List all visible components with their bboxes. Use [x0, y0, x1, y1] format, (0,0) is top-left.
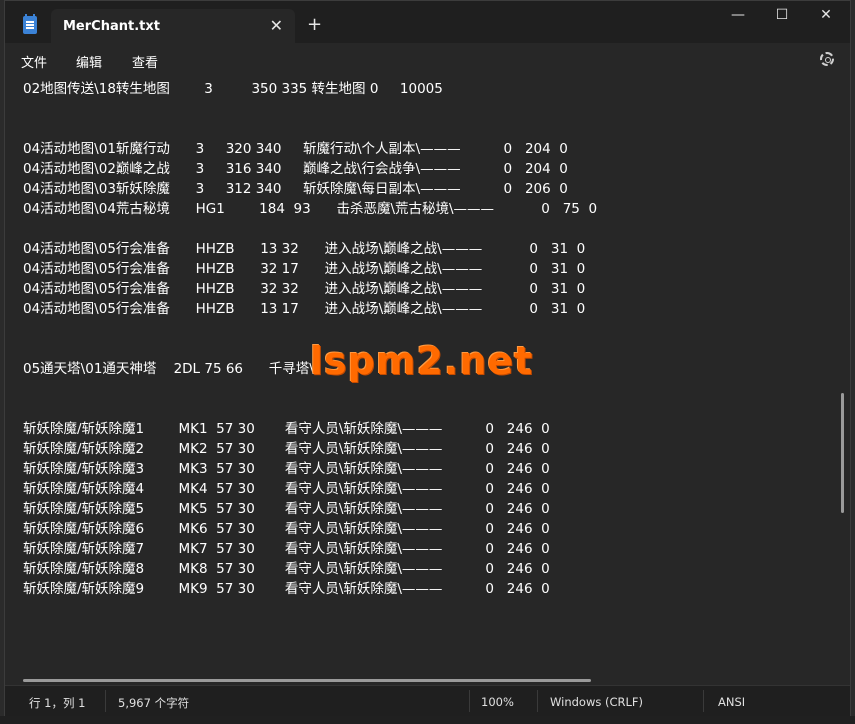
text-line: 斩妖除魔/斩妖除魔9 MK9 57 30 看守人员\斩妖除魔\——— 0 246… [23, 581, 550, 597]
encoding[interactable]: ANSI [718, 695, 745, 709]
text-line: 斩妖除魔/斩妖除魔6 MK6 57 30 看守人员\斩妖除魔\——— 0 246… [23, 521, 550, 537]
line-ending[interactable]: Windows (CRLF) [550, 695, 643, 709]
cursor-position: 行 1，列 1 [29, 696, 86, 710]
minimize-button[interactable]: — [718, 7, 758, 23]
horizontal-scrollbar[interactable] [23, 679, 591, 682]
text-line: 04活动地图\03斩妖除魔 3 312 340 斩妖除魔\每日副本\——— 0 … [23, 181, 568, 197]
text-line: 02地图传送\18转生地图 3 350 335 转生地图 0 10005 [23, 81, 443, 97]
text-line: 05通天塔\01通天神塔 2DL 75 66 千寻塔\ [23, 361, 314, 377]
title-bar: MerChant.txt ✕ + — ☐ ✕ [5, 1, 850, 43]
tab-close-icon[interactable]: ✕ [270, 16, 283, 35]
new-tab-icon[interactable]: + [307, 14, 322, 35]
text-line: 04活动地图\05行会准备 HHZB 32 17 进入战场\巅峰之战\——— 0… [23, 261, 586, 277]
menu-bar: 文件 编辑 查看 [5, 43, 850, 75]
menu-edit[interactable]: 编辑 [76, 52, 102, 71]
text-editor-area[interactable]: 斩妖除魔/斩妖除魔9 MK9 57 30 看守人员\斩妖除魔\——— 0 246… [5, 75, 850, 685]
text-line: 04活动地图\05行会准备 HHZB 32 32 进入战场\巅峰之战\——— 0… [23, 281, 586, 297]
menu-view[interactable]: 查看 [132, 52, 158, 71]
notepad-app-icon [23, 14, 37, 34]
text-line: 斩妖除魔/斩妖除魔3 MK3 57 30 看守人员\斩妖除魔\——— 0 246… [23, 461, 550, 477]
text-line: 04活动地图\02巅峰之战 3 316 340 巅峰之战\行会战争\——— 0 … [23, 161, 568, 177]
text-line: 斩妖除魔/斩妖除魔8 MK8 57 30 看守人员\斩妖除魔\——— 0 246… [23, 561, 550, 577]
notepad-window: MerChant.txt ✕ + — ☐ ✕ 文件 编辑 查看 斩妖除魔/斩妖除… [4, 0, 851, 716]
watermark-text: lspm2.net [310, 339, 534, 383]
text-line: 斩妖除魔/斩妖除魔4 MK4 57 30 看守人员\斩妖除魔\——— 0 246… [23, 481, 550, 497]
text-line: 斩妖除魔/斩妖除魔1 MK1 57 30 看守人员\斩妖除魔\——— 0 246… [23, 421, 550, 437]
taskbar-strip [0, 716, 855, 724]
text-line: 斩妖除魔/斩妖除魔7 MK7 57 30 看守人员\斩妖除魔\——— 0 246… [23, 541, 550, 557]
character-count: 5,967 个字符 [118, 696, 190, 710]
text-line: 04活动地图\05行会准备 HHZB 13 17 进入战场\巅峰之战\——— 0… [23, 301, 586, 317]
tab-title: MerChant.txt [63, 19, 160, 34]
maximize-button[interactable]: ☐ [762, 7, 802, 23]
zoom-level[interactable]: 100% [481, 695, 514, 709]
status-bar: 行 1，列 1 5,967 个字符 100% Windows (CRLF) AN… [5, 685, 850, 716]
close-window-button[interactable]: ✕ [806, 7, 846, 23]
tab-merchant-txt[interactable]: MerChant.txt ✕ [51, 9, 295, 43]
text-line: 04活动地图\04荒古秘境 HG1 184 93 击杀恶魔\荒古秘境\——— 0… [23, 201, 598, 217]
text-line: 04活动地图\01斩魔行动 3 320 340 斩魔行动\个人副本\——— 0 … [23, 141, 568, 157]
menu-file[interactable]: 文件 [21, 52, 47, 71]
vertical-scrollbar[interactable] [841, 393, 844, 513]
gear-icon[interactable] [820, 52, 834, 66]
text-line: 斩妖除魔/斩妖除魔2 MK2 57 30 看守人员\斩妖除魔\——— 0 246… [23, 441, 550, 457]
text-line: 04活动地图\05行会准备 HHZB 13 32 进入战场\巅峰之战\——— 0… [23, 241, 586, 257]
text-line: 斩妖除魔/斩妖除魔5 MK5 57 30 看守人员\斩妖除魔\——— 0 246… [23, 501, 550, 517]
